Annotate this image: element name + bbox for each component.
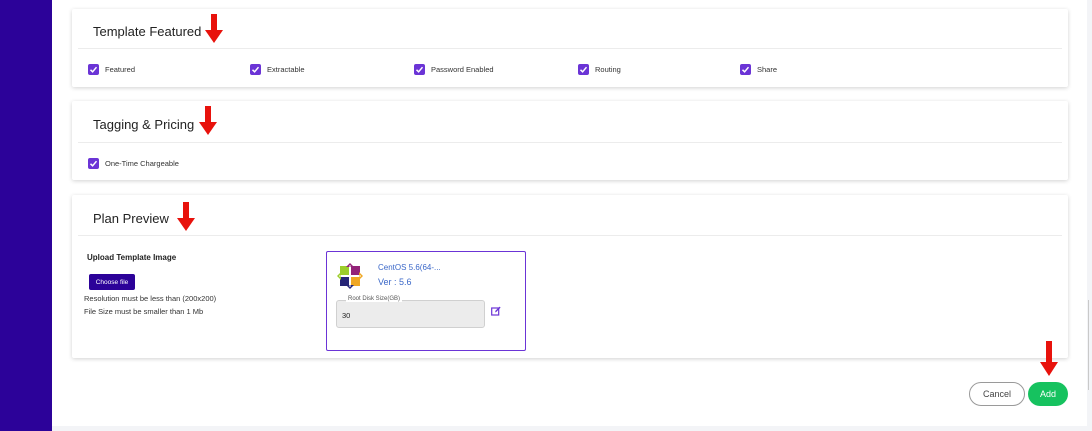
- upload-template-image-label: Upload Template Image: [87, 253, 177, 262]
- sidebar: [0, 0, 52, 431]
- check-icon: [250, 64, 261, 75]
- os-version: Ver : 5.6: [378, 277, 412, 287]
- red-arrow-down-icon: [177, 202, 195, 231]
- divider: [78, 48, 1062, 49]
- root-disk-size-value: 30: [342, 311, 351, 320]
- checkbox-share[interactable]: Share: [740, 64, 777, 75]
- add-button[interactable]: Add: [1028, 382, 1068, 406]
- tagging-pricing-title: Tagging & Pricing: [93, 117, 195, 132]
- checkbox-featured[interactable]: Featured: [88, 64, 135, 75]
- plan-preview-card: Plan Preview Upload Template Image Choos…: [72, 195, 1068, 358]
- cancel-button[interactable]: Cancel: [969, 382, 1025, 406]
- plan-preview-box: CentOS 5.6(64-... Ver : 5.6 Root Disk Si…: [326, 251, 526, 351]
- checkbox-label: Share: [757, 65, 778, 74]
- file-size-note: File Size must be smaller than 1 Mb: [84, 307, 204, 316]
- checkbox-one-time-chargeable[interactable]: One-Time Chargeable: [88, 158, 179, 169]
- plan-preview-title: Plan Preview: [93, 211, 169, 226]
- checkbox-label: Featured: [105, 65, 136, 74]
- checkbox-label: Extractable: [267, 65, 305, 74]
- centos-logo-icon: [337, 263, 363, 289]
- checkbox-label: Routing: [595, 65, 621, 74]
- checkbox-label: Password Enabled: [431, 65, 494, 74]
- scrollbar[interactable]: [1088, 300, 1089, 390]
- checkbox-label: One-Time Chargeable: [105, 159, 179, 168]
- check-icon: [88, 64, 99, 75]
- checkbox-extractable[interactable]: Extractable: [250, 64, 305, 75]
- divider: [78, 235, 1062, 236]
- root-disk-size-field[interactable]: Root Disk Size(GB) 30: [336, 296, 485, 328]
- check-icon: [578, 64, 589, 75]
- divider: [78, 142, 1062, 143]
- root-disk-size-label: Root Disk Size(GB): [346, 296, 403, 302]
- check-icon: [88, 158, 99, 169]
- check-icon: [414, 64, 425, 75]
- tagging-pricing-card: Tagging & Pricing One-Time Chargeable: [72, 101, 1068, 180]
- red-arrow-down-icon: [199, 106, 217, 135]
- choose-file-button[interactable]: Choose file: [89, 274, 135, 290]
- red-arrow-down-icon: [1040, 341, 1058, 376]
- template-featured-card: Template Featured Featured Extractable P…: [72, 9, 1068, 87]
- checkbox-password-enabled[interactable]: Password Enabled: [414, 64, 494, 75]
- checkbox-routing[interactable]: Routing: [578, 64, 621, 75]
- template-featured-title: Template Featured: [93, 24, 202, 39]
- os-name: CentOS 5.6(64-...: [378, 263, 441, 272]
- resolution-note: Resolution must be less than (200x200): [84, 294, 217, 303]
- check-icon: [740, 64, 751, 75]
- edit-icon[interactable]: [491, 306, 501, 316]
- red-arrow-down-icon: [205, 14, 223, 43]
